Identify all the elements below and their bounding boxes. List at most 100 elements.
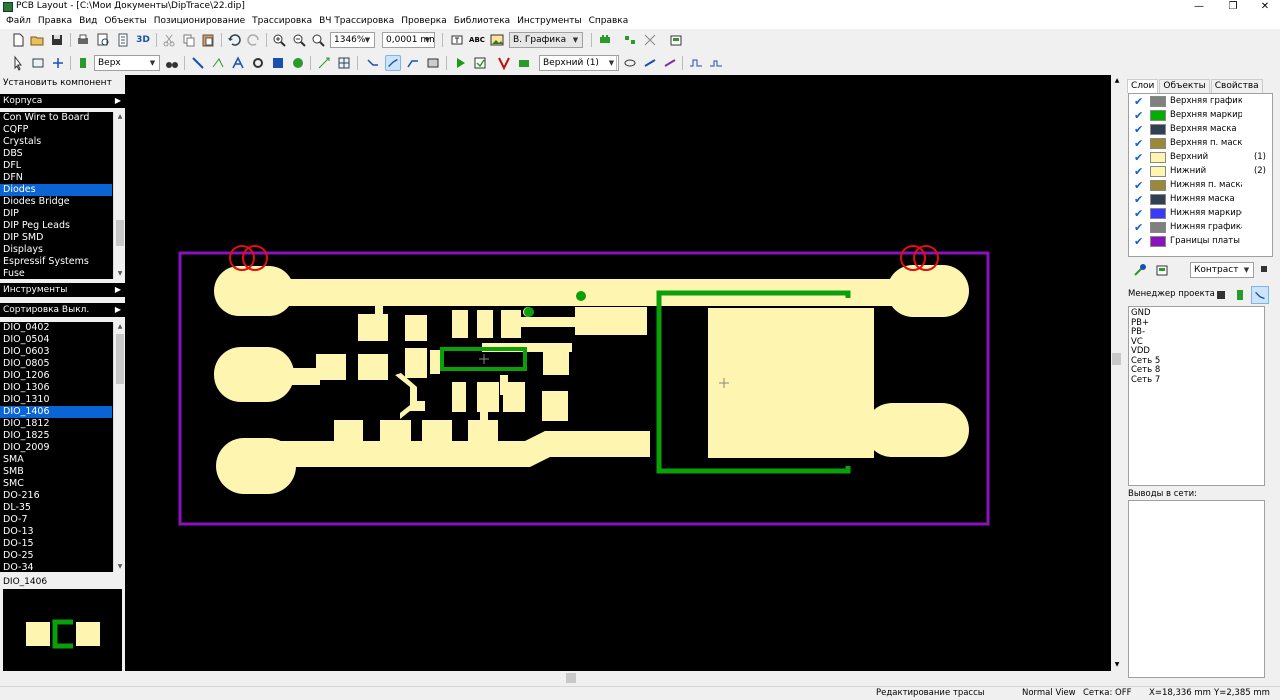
case-list-item[interactable]: DFL xyxy=(0,160,112,172)
project-nets-icon[interactable] xyxy=(1233,288,1247,302)
binoculars-icon[interactable] xyxy=(164,55,180,71)
view-3d-button[interactable]: 3D xyxy=(135,32,151,48)
net-item[interactable]: Сеть 7 xyxy=(1131,375,1262,386)
component-list-item[interactable]: DIO_1812 xyxy=(0,418,112,430)
panning-icon[interactable] xyxy=(30,55,46,71)
layer-settings-icon[interactable] xyxy=(1155,263,1169,277)
component-list-item[interactable]: SMB xyxy=(0,466,112,478)
menu-routing[interactable]: Трассировка xyxy=(249,14,315,29)
run-autorouter-icon[interactable] xyxy=(452,55,468,71)
autoplace-icon[interactable] xyxy=(622,32,638,48)
place-via-icon[interactable] xyxy=(250,55,266,71)
component-list-item[interactable]: SMA xyxy=(0,454,112,466)
component-list-item[interactable]: DL-35 xyxy=(0,502,112,514)
canvas-horizontal-scrollbar[interactable] xyxy=(125,671,1123,686)
component-list-item[interactable]: DIO_1306 xyxy=(0,382,112,394)
unroute-icon[interactable] xyxy=(425,55,441,71)
component-list-item[interactable]: DIO_0603 xyxy=(0,346,112,358)
checkmark-icon[interactable]: ✔ xyxy=(1134,151,1148,164)
pulse-icon[interactable] xyxy=(708,55,724,71)
layer-color-swatch[interactable] xyxy=(1150,207,1166,219)
project-routes-icon[interactable] xyxy=(1251,286,1269,304)
component-list-item[interactable]: DIO_1310 xyxy=(0,394,112,406)
place-text-icon[interactable] xyxy=(230,55,246,71)
scroll-up-icon[interactable]: ▲ xyxy=(114,322,125,332)
canvas-vertical-scrollbar[interactable]: ▲ ▼ xyxy=(1111,75,1123,671)
layer-row[interactable]: ✔ Нижняя маска xyxy=(1129,192,1272,206)
case-list-item[interactable]: DFN xyxy=(0,172,112,184)
project-components-icon[interactable] xyxy=(1214,288,1228,302)
zoom-in-icon[interactable] xyxy=(271,32,287,48)
tab-properties[interactable]: Свойства xyxy=(1210,79,1263,93)
menu-tools[interactable]: Инструменты xyxy=(514,14,584,29)
zoom-out-icon[interactable] xyxy=(291,32,307,48)
side-combo[interactable]: Верх ▼ xyxy=(94,55,160,71)
paste-icon[interactable] xyxy=(200,32,216,48)
image-icon[interactable] xyxy=(489,32,505,48)
net-item[interactable]: PB+ xyxy=(1131,318,1262,329)
copy-icon[interactable] xyxy=(181,32,197,48)
net-connectivity-icon[interactable] xyxy=(516,55,532,71)
tab-objects[interactable]: Объекты xyxy=(1159,79,1210,93)
checkmark-icon[interactable]: ✔ xyxy=(1134,235,1148,248)
checkmark-icon[interactable]: ✔ xyxy=(1134,137,1148,150)
case-list-item[interactable]: Diodes xyxy=(0,184,112,196)
layer-row[interactable]: ✔ Нижняя п. маска xyxy=(1129,178,1272,192)
scroll-up-icon[interactable]: ▲ xyxy=(114,112,125,122)
place-component-icon[interactable] xyxy=(75,55,91,71)
scroll-down-icon[interactable]: ▼ xyxy=(1111,661,1123,668)
menu-rf-routing[interactable]: ВЧ Трассировка xyxy=(316,14,397,29)
route-selected-icon[interactable] xyxy=(472,55,488,71)
pcb-drawing[interactable] xyxy=(125,75,1111,671)
menu-objects[interactable]: Объекты xyxy=(101,14,149,29)
undo-icon[interactable] xyxy=(226,32,242,48)
layer-row[interactable]: ✔ Верхняя графика xyxy=(1129,94,1272,108)
component-list-item[interactable]: DO-15 xyxy=(0,538,112,550)
close-button[interactable]: ✕ xyxy=(1250,0,1280,14)
checkmark-icon[interactable]: ✔ xyxy=(1134,207,1148,220)
scroll-down-icon[interactable]: ▼ xyxy=(114,269,125,279)
case-list-item[interactable]: Crystals xyxy=(0,136,112,148)
new-file-icon[interactable] xyxy=(10,32,26,48)
table-icon[interactable] xyxy=(336,55,352,71)
length-tune-icon[interactable] xyxy=(688,55,704,71)
checkmark-icon[interactable]: ✔ xyxy=(1134,165,1148,178)
route-bus-icon[interactable] xyxy=(405,55,421,71)
report-icon[interactable] xyxy=(115,32,131,48)
layer-color-swatch[interactable] xyxy=(1150,179,1166,191)
layer-row[interactable]: ✔ Верхняя маркировка xyxy=(1129,108,1272,122)
layer-color-swatch[interactable] xyxy=(1150,193,1166,205)
component-list-item[interactable]: DO-34 xyxy=(0,562,112,572)
menu-edit[interactable]: Правка xyxy=(35,14,75,29)
redo-icon[interactable] xyxy=(246,32,262,48)
case-list-item[interactable]: Displays xyxy=(0,244,112,256)
menu-file[interactable]: Файл xyxy=(3,14,34,29)
place-pad-icon[interactable] xyxy=(210,55,226,71)
menu-placement[interactable]: Позиционирование xyxy=(151,14,248,29)
shape-icon[interactable] xyxy=(290,55,306,71)
layer-row[interactable]: ✔ Верхняя маска xyxy=(1129,122,1272,136)
copper-pour-icon[interactable] xyxy=(270,55,286,71)
checkmark-icon[interactable]: ✔ xyxy=(1134,221,1148,234)
component-list-item[interactable]: DO-25 xyxy=(0,550,112,562)
component-list-item[interactable]: DIO_1206 xyxy=(0,370,112,382)
ratsnest-icon[interactable] xyxy=(642,32,658,48)
cases-scrollbar[interactable]: ▲ ▼ xyxy=(113,112,125,279)
layer-row[interactable]: ✔ Верхняя п. маска xyxy=(1129,136,1272,150)
layer-color-swatch[interactable] xyxy=(1150,151,1166,163)
menu-verification[interactable]: Проверка xyxy=(398,14,450,29)
grid-size-combo[interactable]: 0,0001 mm ▼ xyxy=(382,32,435,48)
dimension-icon[interactable] xyxy=(316,55,332,71)
graphics-layer-combo[interactable]: В. Графика ▼ xyxy=(509,32,583,48)
trace-layer-combo[interactable]: Верхний (1) ▼ xyxy=(539,55,619,71)
add-layer-icon[interactable] xyxy=(1133,263,1147,277)
layer-color-swatch[interactable] xyxy=(1150,109,1166,121)
cases-header[interactable]: Корпуса ▶ xyxy=(0,94,125,108)
case-list-item[interactable]: Diodes Bridge xyxy=(0,196,112,208)
via-style-icon[interactable] xyxy=(622,55,638,71)
component-list-item[interactable]: DIO_2009 xyxy=(0,442,112,454)
minimize-button[interactable]: — xyxy=(1184,0,1214,14)
tools-header[interactable]: Инструменты ▶ xyxy=(0,283,125,297)
pin-icon[interactable] xyxy=(1259,264,1269,274)
net-item[interactable]: PB- xyxy=(1131,327,1262,338)
